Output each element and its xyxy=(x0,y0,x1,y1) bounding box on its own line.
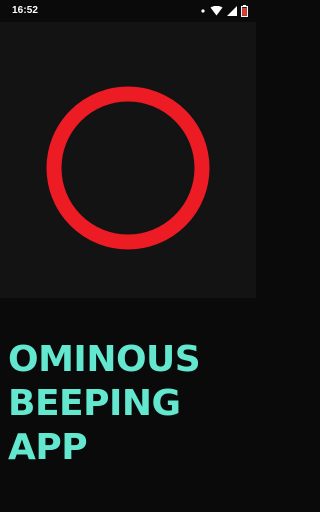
app-title-line: BEEPING xyxy=(8,383,181,424)
app-title-line: OMINOUS xyxy=(8,339,201,380)
status-icons xyxy=(200,4,248,18)
status-time: 16:52 xyxy=(12,5,39,16)
indicator-panel xyxy=(0,22,256,298)
app-title-line: APP xyxy=(8,427,88,468)
status-bar: 16:52 xyxy=(0,0,256,22)
wifi-icon xyxy=(210,6,223,16)
battery-icon xyxy=(241,5,248,17)
signal-icon xyxy=(227,6,237,16)
ring-icon xyxy=(46,86,210,250)
app-title: OMINOUS BEEPING APP xyxy=(8,338,201,470)
dot-icon xyxy=(200,8,206,14)
